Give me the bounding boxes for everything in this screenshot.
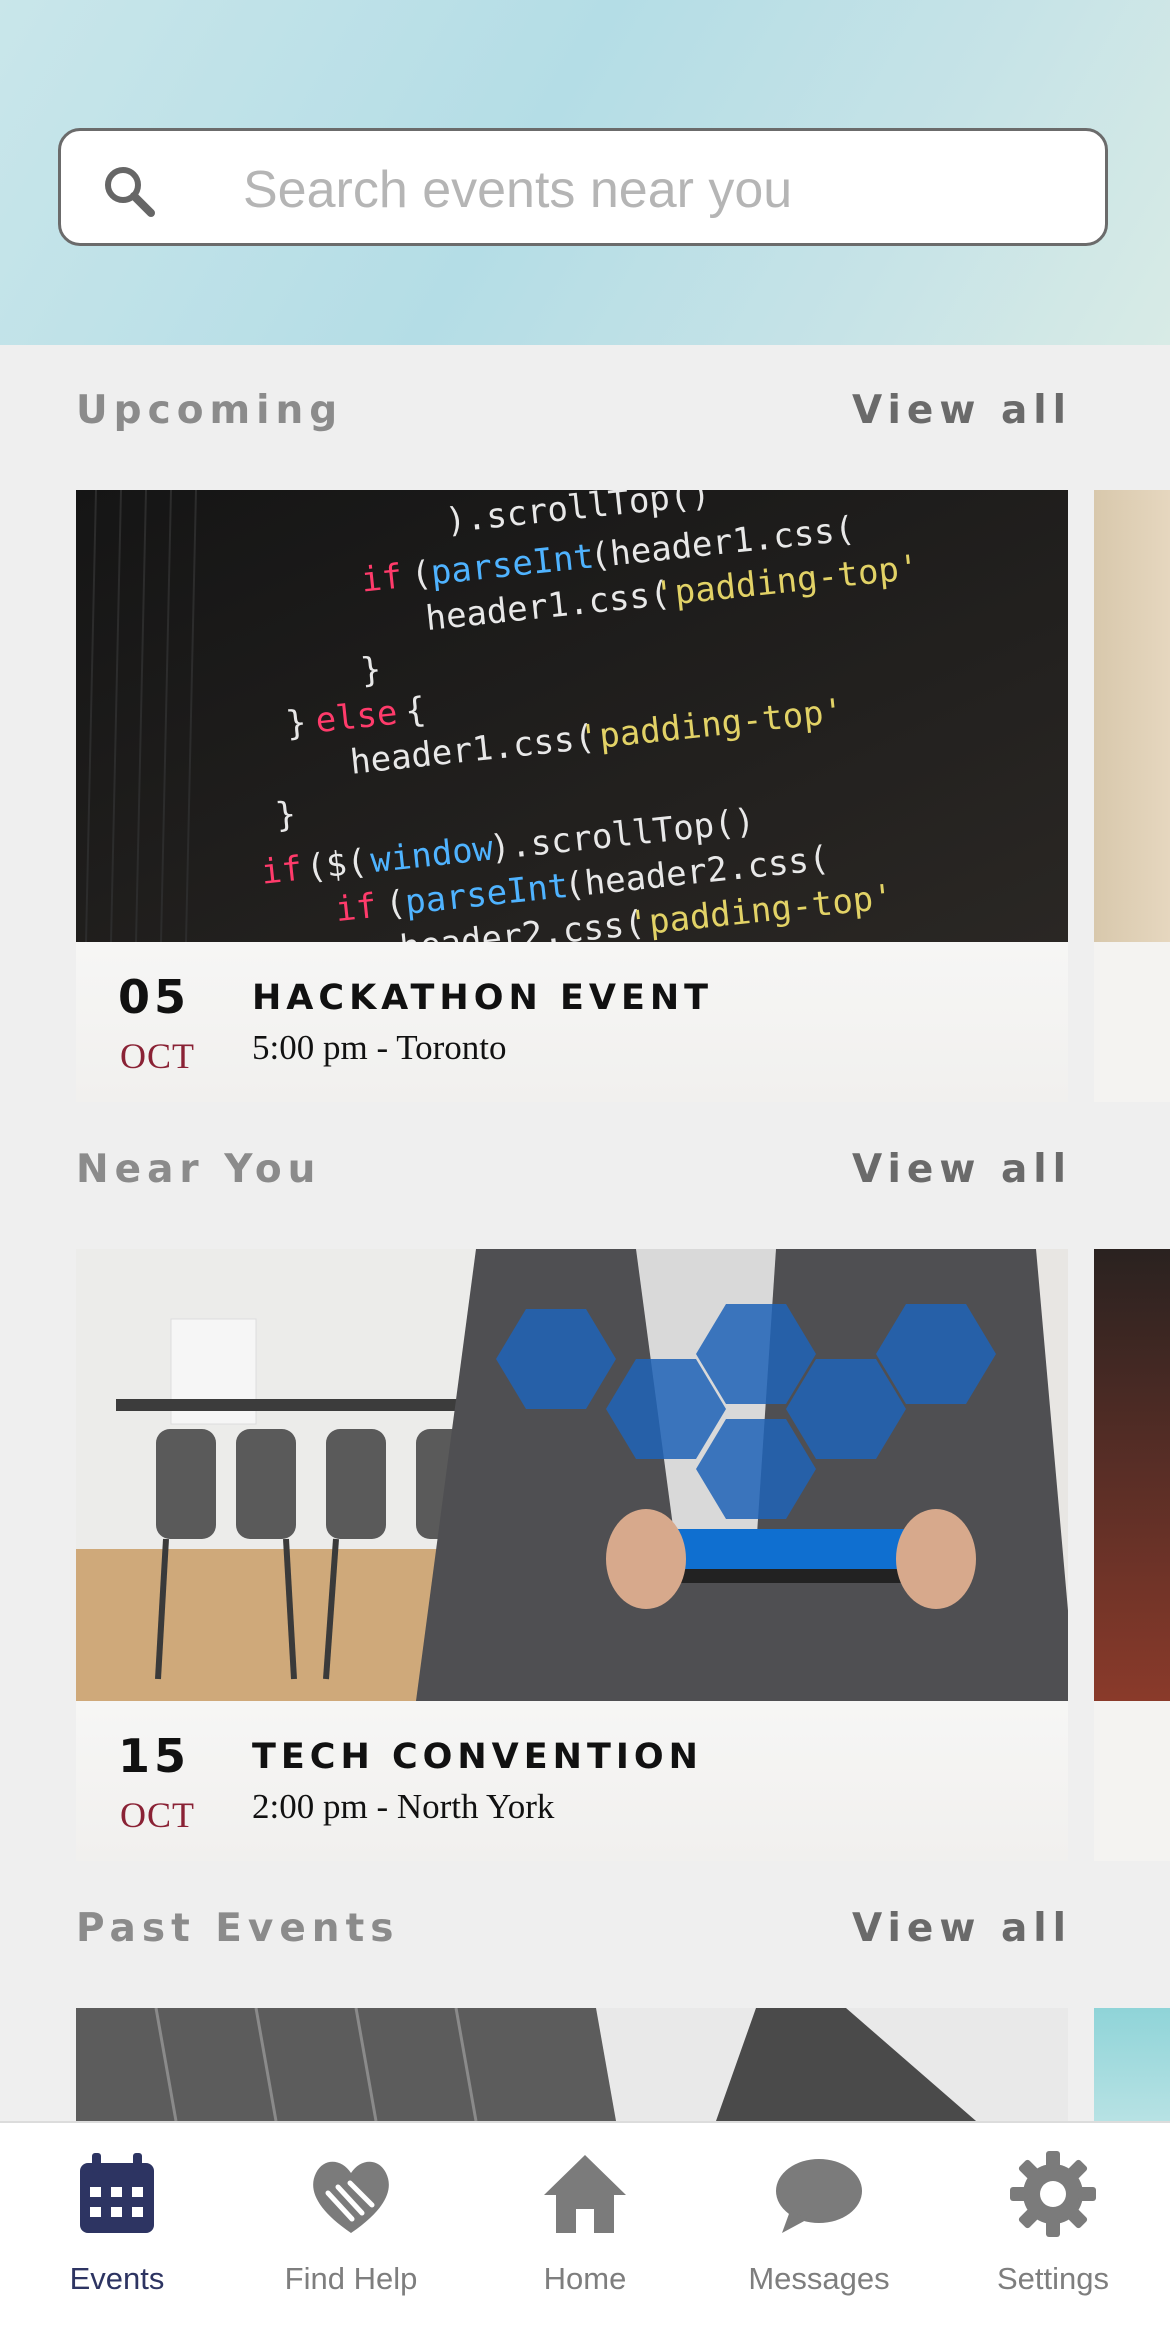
- event-info: 15 OCT TECH CONVENTION 2:00 pm - North Y…: [76, 1701, 1068, 1861]
- view-all-near-you-link[interactable]: View all: [852, 1147, 1072, 1192]
- search-input[interactable]: [241, 149, 1085, 231]
- event-card-past[interactable]: [76, 2008, 1068, 2121]
- svg-text:}: }: [273, 794, 298, 836]
- tab-label: Messages: [748, 2261, 890, 2296]
- tab-label: Home: [543, 2261, 627, 2296]
- event-card-upcoming[interactable]: ).scrollTop() if( parseInt (header1.css( …: [76, 490, 1068, 1102]
- next-card-peek-past[interactable]: [1094, 2008, 1170, 2121]
- event-time-location: 5:00 pm - Toronto: [252, 1028, 507, 1067]
- search-icon: [105, 167, 155, 217]
- section-title-upcoming: Upcoming: [76, 388, 344, 433]
- event-info: 05 OCT HACKATHON EVENT 5:00 pm - Toronto: [76, 942, 1068, 1102]
- event-day: 15: [118, 1729, 191, 1783]
- svg-text:if: if: [359, 557, 404, 601]
- event-month: OCT: [120, 1795, 195, 1835]
- tab-messages[interactable]: Messages: [702, 2123, 936, 2340]
- bottom-tab-bar: Events Find Help Home Messages Settings: [0, 2121, 1170, 2340]
- event-time-location: 2:00 pm - North York: [252, 1787, 555, 1826]
- event-image-tech: [76, 1249, 1068, 1701]
- tab-events[interactable]: Events: [0, 2123, 234, 2340]
- event-day: 05: [118, 970, 191, 1024]
- next-card-peek-near-you[interactable]: [1094, 1249, 1170, 1861]
- calendar-icon: [80, 2153, 154, 2233]
- svg-text:}: }: [284, 702, 309, 744]
- view-all-upcoming-link[interactable]: View all: [852, 388, 1072, 433]
- tab-find-help[interactable]: Find Help: [234, 2123, 468, 2340]
- svg-text:}: }: [359, 649, 384, 691]
- section-title-past-events: Past Events: [76, 1906, 400, 1951]
- tab-label: Settings: [996, 2261, 1109, 2296]
- svg-text:{: {: [403, 690, 428, 732]
- chat-bubble-icon: [776, 2159, 862, 2233]
- svg-text:($(: ($(: [304, 842, 369, 888]
- svg-text:else: else: [314, 693, 400, 741]
- heart-hands-icon: [313, 2161, 389, 2233]
- section-title-near-you: Near You: [76, 1147, 322, 1192]
- view-all-past-events-link[interactable]: View all: [852, 1906, 1072, 1951]
- tab-settings[interactable]: Settings: [936, 2123, 1170, 2340]
- tab-label: Events: [69, 2261, 165, 2296]
- tab-label: Find Help: [284, 2261, 418, 2296]
- svg-text:if: if: [334, 886, 379, 930]
- home-icon: [544, 2155, 626, 2233]
- event-card-near-you[interactable]: 15 OCT TECH CONVENTION 2:00 pm - North Y…: [76, 1249, 1068, 1861]
- search-bar[interactable]: [58, 128, 1108, 246]
- tab-home[interactable]: Home: [468, 2123, 702, 2340]
- event-image-code: ).scrollTop() if( parseInt (header1.css( …: [76, 490, 1068, 942]
- event-title: TECH CONVENTION: [252, 1737, 703, 1777]
- next-card-peek-upcoming[interactable]: [1094, 490, 1170, 1102]
- gear-icon: [1010, 2151, 1096, 2237]
- svg-text:if: if: [259, 849, 304, 893]
- event-image-buildings: [76, 2008, 1068, 2121]
- event-title: HACKATHON EVENT: [252, 978, 714, 1018]
- event-month: OCT: [120, 1036, 195, 1076]
